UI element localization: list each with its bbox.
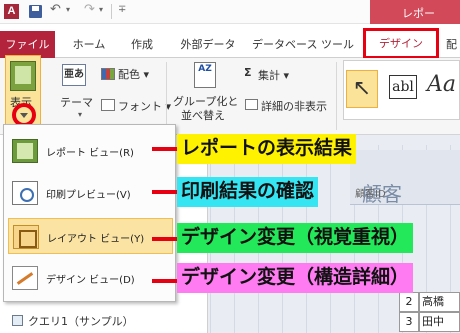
save-icon[interactable] (29, 5, 42, 18)
textbox-control-icon[interactable]: abl (389, 75, 417, 99)
label-control-icon[interactable]: Aa (427, 72, 456, 97)
title-bar: A ↶ ▾ ↷ ▾ ∓ レポー (0, 0, 460, 24)
table-cell-id: 2 (399, 292, 419, 312)
annotation-arrow (152, 147, 178, 151)
menu-item-report-view[interactable]: レポート ビュー(R) (8, 133, 173, 169)
annotation-arrow (152, 190, 178, 194)
ribbon-separator (166, 62, 167, 130)
annotation-print-preview: 印刷結果の確認 (177, 177, 319, 207)
customize-toolbar-icon[interactable]: ∓ (118, 4, 126, 15)
menu-item-print-preview[interactable]: 印刷プレビュー(V) (8, 175, 173, 211)
tab-file[interactable]: ファイル (0, 31, 55, 58)
group-sort-label-line2[interactable]: 並べ替え (181, 107, 225, 123)
redo-dropdown-icon[interactable]: ▾ (99, 5, 103, 14)
totals-button[interactable]: 集計 ▾ (258, 67, 289, 83)
undo-dropdown-icon[interactable]: ▾ (66, 5, 70, 14)
tab-database-tools[interactable]: データベース ツール (250, 31, 356, 58)
view-dropdown-menu: レポート ビュー(R) 印刷プレビュー(V) レイアウト ビュー(Y) デザイン… (3, 124, 176, 302)
menu-item-design-view[interactable]: デザイン ビュー(D) (8, 260, 173, 296)
nav-item-query[interactable]: クエリ1（サンプル） (28, 313, 134, 329)
annotation-report-view: レポートの表示結果 (177, 134, 357, 164)
table-cell-name: 高橋 (419, 292, 460, 312)
view-icon (10, 61, 36, 91)
themes-label[interactable]: テーマ (60, 94, 93, 110)
design-view-icon (12, 266, 38, 290)
themes-dropdown-icon[interactable]: ▾ (78, 110, 82, 119)
menu-item-label: レイアウト ビュー(Y) (47, 234, 145, 245)
tab-design[interactable]: デザイン (363, 28, 439, 59)
menu-item-label: 印刷プレビュー(V) (46, 190, 131, 201)
hide-details-button[interactable]: 詳細の非表示 (261, 98, 327, 114)
colors-button[interactable]: 配色 ▾ (118, 66, 149, 82)
table-cell-name: 田中 (419, 312, 460, 332)
tab-create[interactable]: 作成 (122, 31, 162, 58)
print-preview-icon (12, 181, 38, 205)
menu-item-layout-view[interactable]: レイアウト ビュー(Y) (8, 218, 173, 254)
undo-icon[interactable]: ↶ (50, 2, 61, 17)
context-tab-group-header: レポー (370, 0, 460, 24)
tab-arrange[interactable]: 配 (446, 31, 457, 58)
fonts-button[interactable]: フォント ▾ (118, 98, 171, 114)
annotation-arrow (152, 237, 178, 241)
annotation-design-view: デザイン変更（構造詳細） (177, 263, 414, 293)
tab-external-data[interactable]: 外部データ (172, 31, 244, 58)
annotation-layout-view: デザイン変更（視覚重視） (177, 223, 414, 253)
layout-view-icon (13, 225, 39, 249)
access-app-icon[interactable]: A (4, 4, 19, 19)
menu-item-label: デザイン ビュー(D) (46, 275, 135, 286)
report-view-icon (12, 139, 38, 163)
query-icon (12, 315, 23, 326)
group-sort-icon[interactable]: AZ (194, 62, 216, 88)
toolbar-separator (111, 4, 112, 19)
redo-icon[interactable]: ↷ (84, 2, 95, 17)
ribbon-separator (336, 62, 337, 130)
colors-icon[interactable] (101, 68, 115, 80)
ribbon-tabs: ファイル ホーム 作成 外部データ データベース ツール デザイン 配 (0, 24, 460, 59)
table-cell-id: 3 (399, 312, 419, 332)
tab-home[interactable]: ホーム (66, 31, 112, 58)
menu-item-label: レポート ビュー(R) (46, 148, 134, 159)
annotation-arrow (152, 279, 178, 283)
report-field-label: 顧客ID (355, 189, 386, 200)
hide-details-icon[interactable] (245, 99, 258, 110)
themes-icon[interactable]: 亜あ (62, 64, 86, 86)
select-pointer-icon[interactable]: ↖ (346, 70, 378, 108)
fonts-icon[interactable] (101, 99, 115, 111)
totals-icon[interactable]: Σ (244, 66, 252, 79)
